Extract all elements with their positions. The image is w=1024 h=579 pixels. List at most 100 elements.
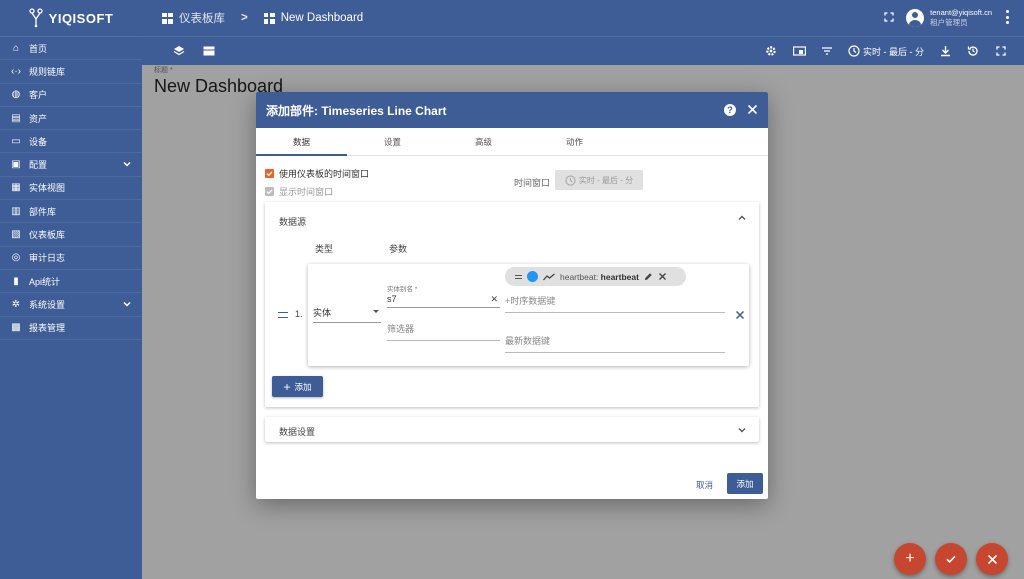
filter-input[interactable]: 筛选器 xyxy=(387,322,500,341)
datasources-panel: 数据源 类型 参数 1. 实体 实体别名 * s7 ✕ 筛选器 heartbea… xyxy=(265,202,759,407)
sidebar-item-reports[interactable]: ▩ 报表管理 xyxy=(0,317,142,340)
dialog-title: 添加部件: Timeseries Line Chart xyxy=(266,103,447,118)
checkbox-checked-icon xyxy=(265,187,274,196)
key-color-dot[interactable] xyxy=(527,271,538,282)
column-params-header: 参数 xyxy=(389,244,408,254)
check-icon xyxy=(946,555,956,564)
key-value: heartbeat xyxy=(600,271,639,282)
tab-data[interactable]: 数据 xyxy=(256,128,347,156)
tab-settings[interactable]: 设置 xyxy=(347,128,438,155)
audit-icon: ◎ xyxy=(11,252,21,264)
sidebar-item-customers[interactable]: ◍ 客户 xyxy=(0,84,142,107)
chevron-down-icon xyxy=(123,162,131,168)
drag-handle-icon[interactable] xyxy=(278,312,288,318)
sidebar-item-label: 客户 xyxy=(29,90,48,101)
edit-icon[interactable] xyxy=(644,272,653,281)
clear-icon[interactable]: ✕ xyxy=(490,294,498,305)
timeseries-key-placeholder: +时序数据键 xyxy=(505,296,556,306)
cancel-button[interactable]: 取消 xyxy=(696,479,713,491)
home-icon: ⌂ xyxy=(12,42,20,54)
sidebar-item-entity-views[interactable]: ▦ 实体视图 xyxy=(0,177,142,201)
sidebar-item-label: 设备 xyxy=(29,136,48,147)
sidebar-item-rule-chains[interactable]: ‹·› 规则链库 xyxy=(0,60,142,84)
user-menu[interactable]: tenant@yiqisoft.cn 租户管理员 xyxy=(906,8,992,28)
dialog-tabs: 数据 设置 高级 动作 xyxy=(256,128,768,156)
clock-icon xyxy=(565,174,576,186)
sidebar-item-config[interactable]: ▣ 配置 xyxy=(0,153,142,177)
chevron-down-icon xyxy=(123,302,131,307)
history-icon[interactable] xyxy=(966,44,980,58)
remove-datasource-icon[interactable] xyxy=(735,310,745,320)
layout-icon[interactable] xyxy=(202,44,216,58)
filter-icon[interactable] xyxy=(820,44,834,58)
timeseries-icon xyxy=(543,272,555,280)
download-icon[interactable] xyxy=(938,44,952,58)
close-icon[interactable] xyxy=(747,104,758,115)
latest-key-input[interactable]: 最新数据键 xyxy=(505,334,725,353)
help-icon[interactable]: ? xyxy=(724,104,736,116)
user-email: tenant@yiqisoft.cn xyxy=(930,8,992,17)
sidebar-item-devices[interactable]: ▭ 设备 xyxy=(0,130,142,154)
tab-advanced[interactable]: 高级 xyxy=(438,128,529,155)
sidebar-item-label: 配置 xyxy=(29,160,48,171)
apply-fab-button[interactable] xyxy=(935,543,967,575)
chevron-down-icon[interactable] xyxy=(737,425,747,435)
breadcrumb-parent[interactable]: 仪表板库 xyxy=(179,10,225,26)
data-key-chip[interactable]: heartbeat: heartbeat xyxy=(505,267,686,286)
dashboard-icon xyxy=(263,12,275,24)
brand-logo[interactable]: YIQISOFT xyxy=(0,0,142,36)
sidebar-item-system-settings[interactable]: ✲ 系统设置 xyxy=(0,293,142,317)
fullscreen-icon[interactable] xyxy=(884,12,894,22)
add-datasource-button[interactable]: + 添加 xyxy=(272,376,323,397)
timewindow-button[interactable]: 实时 - 最后 - 分 xyxy=(848,45,924,58)
use-dashboard-timewindow-label: 使用仪表板的时间窗口 xyxy=(279,169,370,179)
chevron-up-icon[interactable] xyxy=(737,213,747,223)
code-icon: ‹·› xyxy=(11,65,21,77)
entity-alias-input[interactable]: s7 ✕ xyxy=(387,294,500,308)
entity-alias-label: 实体别名 * xyxy=(387,286,418,293)
layers-icon[interactable] xyxy=(172,44,186,58)
add-widget-dialog: 添加部件: Timeseries Line Chart ? 数据 设置 高级 动… xyxy=(256,92,768,499)
breadcrumb-current: New Dashboard xyxy=(280,12,364,24)
sidebar-item-home[interactable]: ⌂ 首页 xyxy=(0,37,142,61)
drag-handle-icon[interactable] xyxy=(515,274,522,279)
more-vert-icon[interactable] xyxy=(1006,10,1010,24)
key-label: heartbeat: xyxy=(560,271,599,282)
devices-icon: ▭ xyxy=(11,135,21,147)
sidebar-item-widgets[interactable]: ▥ 部件库 xyxy=(0,200,142,224)
sidebar-item-assets[interactable]: ▤ 资产 xyxy=(0,107,142,131)
fullscreen-icon[interactable] xyxy=(994,44,1008,58)
close-fab-button[interactable] xyxy=(976,543,1008,575)
timeseries-key-input[interactable]: +时序数据键 xyxy=(505,294,725,313)
entity-alias-value: s7 xyxy=(387,294,397,304)
add-fab-button[interactable]: + xyxy=(894,543,926,575)
devices-icon[interactable] xyxy=(792,44,806,58)
sidebar-item-api-stats[interactable]: ▮ Api统计 xyxy=(0,270,142,294)
dashboards-icon xyxy=(162,12,173,24)
avatar-icon xyxy=(906,9,925,27)
use-dashboard-timewindow-checkbox[interactable]: 使用仪表板的时间窗口 xyxy=(265,167,369,180)
add-button[interactable]: 添加 xyxy=(727,473,763,494)
gear-icon[interactable] xyxy=(764,44,778,58)
dashboards-icon: ▧ xyxy=(11,229,21,241)
clock-icon xyxy=(848,45,860,57)
column-type-header: 类型 xyxy=(315,244,334,254)
datasource-type-select[interactable]: 实体 xyxy=(313,306,381,323)
data-settings-panel[interactable]: 数据设置 xyxy=(265,417,759,442)
timewindow-label: 时间窗口 xyxy=(514,178,551,188)
latest-key-placeholder: 最新数据键 xyxy=(505,336,551,346)
sidebar-nav: ⌂ 首页 ‹·› 规则链库 ◍ 客户 ▤ 资产 ▭ 设备 ▣ 配置 ▦ 实体视图 ▥ 部件库 ▧… xyxy=(0,36,142,340)
report-icon: ▩ xyxy=(11,322,21,334)
sidebar-item-label: Api统计 xyxy=(29,276,61,287)
sidebar-item-label: 仪表板库 xyxy=(29,230,66,241)
dialog-header: 添加部件: Timeseries Line Chart ? xyxy=(256,92,768,128)
customers-icon: ◍ xyxy=(11,89,21,101)
tab-actions[interactable]: 动作 xyxy=(529,128,620,155)
sidebar-item-audit-logs[interactable]: ◎ 审计日志 xyxy=(0,247,142,270)
sidebar-item-label: 资产 xyxy=(29,113,48,124)
timewindow-label: 实时 - 最后 - 分 xyxy=(863,46,924,57)
close-icon[interactable] xyxy=(658,272,667,281)
user-role: 租户管理员 xyxy=(930,18,968,27)
add-datasource-label: 添加 xyxy=(294,381,312,392)
sidebar-item-dashboards[interactable]: ▧ 仪表板库 xyxy=(0,223,142,247)
